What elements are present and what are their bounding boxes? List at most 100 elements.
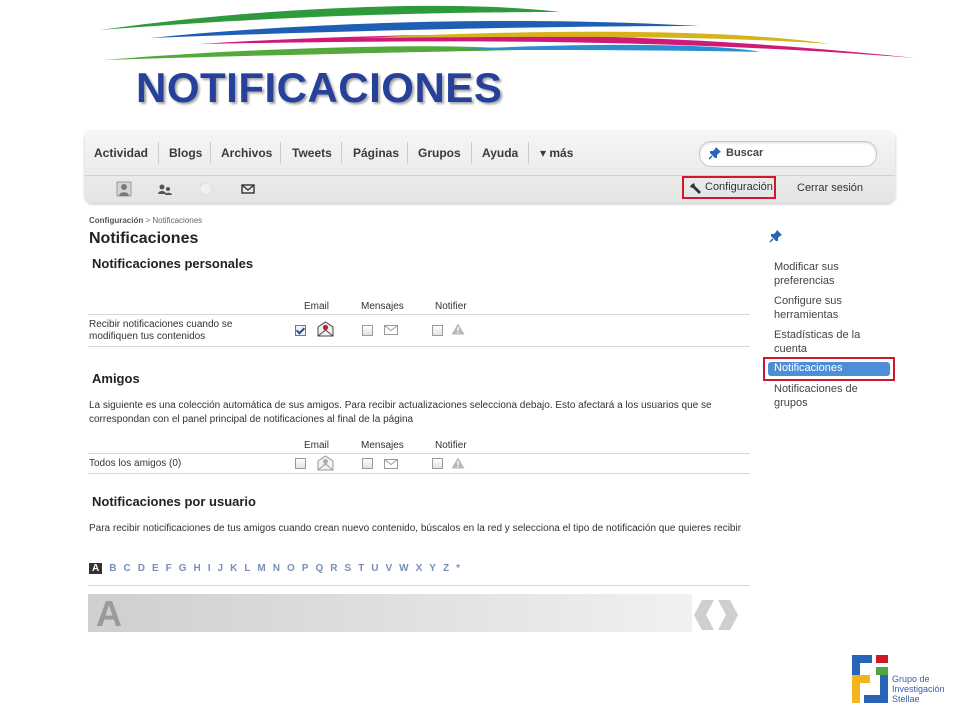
pin-icon[interactable]	[769, 229, 783, 243]
nav-ayuda[interactable]: Ayuda	[482, 146, 518, 160]
nav-grupos[interactable]: Grupos	[418, 146, 461, 160]
letter-filter-b[interactable]: B	[109, 563, 116, 574]
letter-filter-w[interactable]: W	[399, 563, 408, 574]
friends-description: La siguiente es una colección automática…	[89, 400, 712, 425]
friends-messages-checkbox[interactable]	[362, 458, 373, 469]
status-icon[interactable]	[198, 181, 214, 197]
nav-separator	[280, 142, 281, 164]
letter-filter-y[interactable]: Y	[429, 563, 436, 574]
friends-row-label: Todos los amigos (0)	[89, 458, 182, 469]
nav-paginas[interactable]: Páginas	[353, 146, 399, 160]
sidebar-item-herramientas[interactable]: Configure sus herramientas	[774, 294, 884, 322]
nav-separator	[158, 142, 159, 164]
nav-mas[interactable]: ▾ más	[540, 146, 573, 160]
letter-filter-t[interactable]: T	[358, 563, 364, 574]
letter-filter-h[interactable]: H	[194, 563, 201, 574]
letter-filter-f[interactable]: F	[166, 563, 172, 574]
page-title: Notificaciones	[89, 230, 199, 247]
nav-separator	[407, 142, 408, 164]
friends-email-checkbox[interactable]	[295, 458, 306, 469]
letter-filter-u[interactable]: U	[371, 563, 378, 574]
nav-separator	[341, 142, 342, 164]
warning-icon	[451, 457, 465, 469]
letter-filter-g[interactable]: G	[179, 563, 187, 574]
per-user-heading: Notificaciones por usuario	[92, 494, 256, 509]
breadcrumb: Configuración > Notificaciones	[89, 216, 202, 225]
breadcrumb-current: Notificaciones	[152, 216, 203, 225]
wrench-icon	[690, 183, 701, 194]
letter-filter-o[interactable]: O	[287, 563, 295, 574]
friends-notifier-checkbox[interactable]	[432, 458, 443, 469]
letter-filter-n[interactable]: N	[273, 563, 280, 574]
logout-link[interactable]: Cerrar sesión	[797, 182, 863, 194]
personal-messages-checkbox[interactable]	[362, 325, 373, 336]
email-active-icon	[317, 321, 334, 337]
sidebar-item-estadisticas[interactable]: Estadísticas de la cuenta	[774, 328, 884, 356]
letter-filter-i[interactable]: I	[208, 563, 211, 574]
letter-filter-l[interactable]: L	[244, 563, 250, 574]
nav-separator	[528, 142, 529, 164]
user-toolbar: Configuración Cerrar sesión	[85, 176, 895, 203]
logo-text: Grupo de Investigación Stellae	[892, 674, 945, 704]
letter-section-bar: A	[88, 593, 692, 634]
letter-filter-all[interactable]: *	[456, 563, 460, 574]
col-email: Email	[304, 301, 330, 312]
sidebar-item-preferencias[interactable]: Modificar sus preferencias	[774, 260, 884, 288]
settings-label: Configuración	[705, 181, 773, 193]
nav-actividad[interactable]: Actividad	[94, 146, 148, 160]
profile-icon[interactable]	[116, 181, 132, 197]
logo-line-2: Investigación	[892, 684, 945, 694]
letter-filter-s[interactable]: S	[344, 563, 351, 574]
messages-icon[interactable]	[240, 181, 256, 197]
nav-blogs[interactable]: Blogs	[169, 146, 202, 160]
letter-filter-p[interactable]: P	[302, 563, 309, 574]
letter-filter-c[interactable]: C	[123, 563, 130, 574]
col-notifier: Notifier	[435, 301, 467, 312]
col-mensajes: Mensajes	[361, 440, 404, 451]
letter-filter-m[interactable]: M	[257, 563, 265, 574]
logo-line-1: Grupo de	[892, 674, 930, 684]
col-mensajes: Mensajes	[361, 301, 404, 312]
letter-filter-j[interactable]: J	[218, 563, 224, 574]
nav-separator	[210, 142, 211, 164]
envelope-icon	[384, 459, 398, 469]
search-box[interactable]: Buscar	[699, 141, 877, 167]
nav-archivos[interactable]: Archivos	[221, 146, 272, 160]
per-user-description: Para recibir noticificaciones de tus ami…	[89, 523, 742, 534]
divider	[88, 585, 750, 586]
letter-filter-a[interactable]: A	[89, 563, 103, 574]
nav-separator	[471, 142, 472, 164]
personal-notifier-checkbox[interactable]	[432, 325, 443, 336]
warning-icon	[451, 323, 465, 335]
sidebar-item-grupos[interactable]: Notificaciones de grupos	[774, 382, 884, 410]
search-input[interactable]: Buscar	[726, 147, 763, 159]
divider	[88, 453, 750, 454]
breadcrumb-parent[interactable]: Configuración	[89, 216, 143, 225]
col-notifier: Notifier	[435, 440, 467, 451]
divider	[88, 473, 750, 474]
letter-filter-z[interactable]: Z	[443, 563, 449, 574]
personal-email-checkbox[interactable]	[295, 325, 306, 336]
breadcrumb-separator: >	[145, 216, 151, 225]
prev-arrow-icon[interactable]	[694, 600, 714, 630]
email-icon	[317, 455, 334, 471]
nav-tweets[interactable]: Tweets	[292, 146, 332, 160]
next-arrow-icon[interactable]	[718, 600, 738, 630]
settings-link[interactable]: Configuración	[682, 176, 776, 199]
pager-arrows	[694, 600, 738, 630]
col-email: Email	[304, 440, 330, 451]
friends-heading: Amigos	[92, 371, 140, 386]
letter-filter-r[interactable]: R	[330, 563, 337, 574]
letter-filter-q[interactable]: Q	[315, 563, 323, 574]
letter-filter-k[interactable]: K	[230, 563, 237, 574]
sidebar-item-label: Notificaciones	[774, 362, 843, 374]
stellae-logo	[852, 655, 888, 703]
slide-title: NOTIFICACIONES	[136, 64, 503, 111]
letter-filter-e[interactable]: E	[152, 563, 159, 574]
letter-filter-d[interactable]: D	[138, 563, 145, 574]
letter-filter-x[interactable]: X	[416, 563, 423, 574]
sidebar-item-notificaciones[interactable]: Notificaciones	[763, 357, 895, 381]
logo-line-3: Stellae	[892, 694, 920, 704]
letter-filter-v[interactable]: V	[385, 563, 392, 574]
friends-icon[interactable]	[157, 181, 173, 197]
